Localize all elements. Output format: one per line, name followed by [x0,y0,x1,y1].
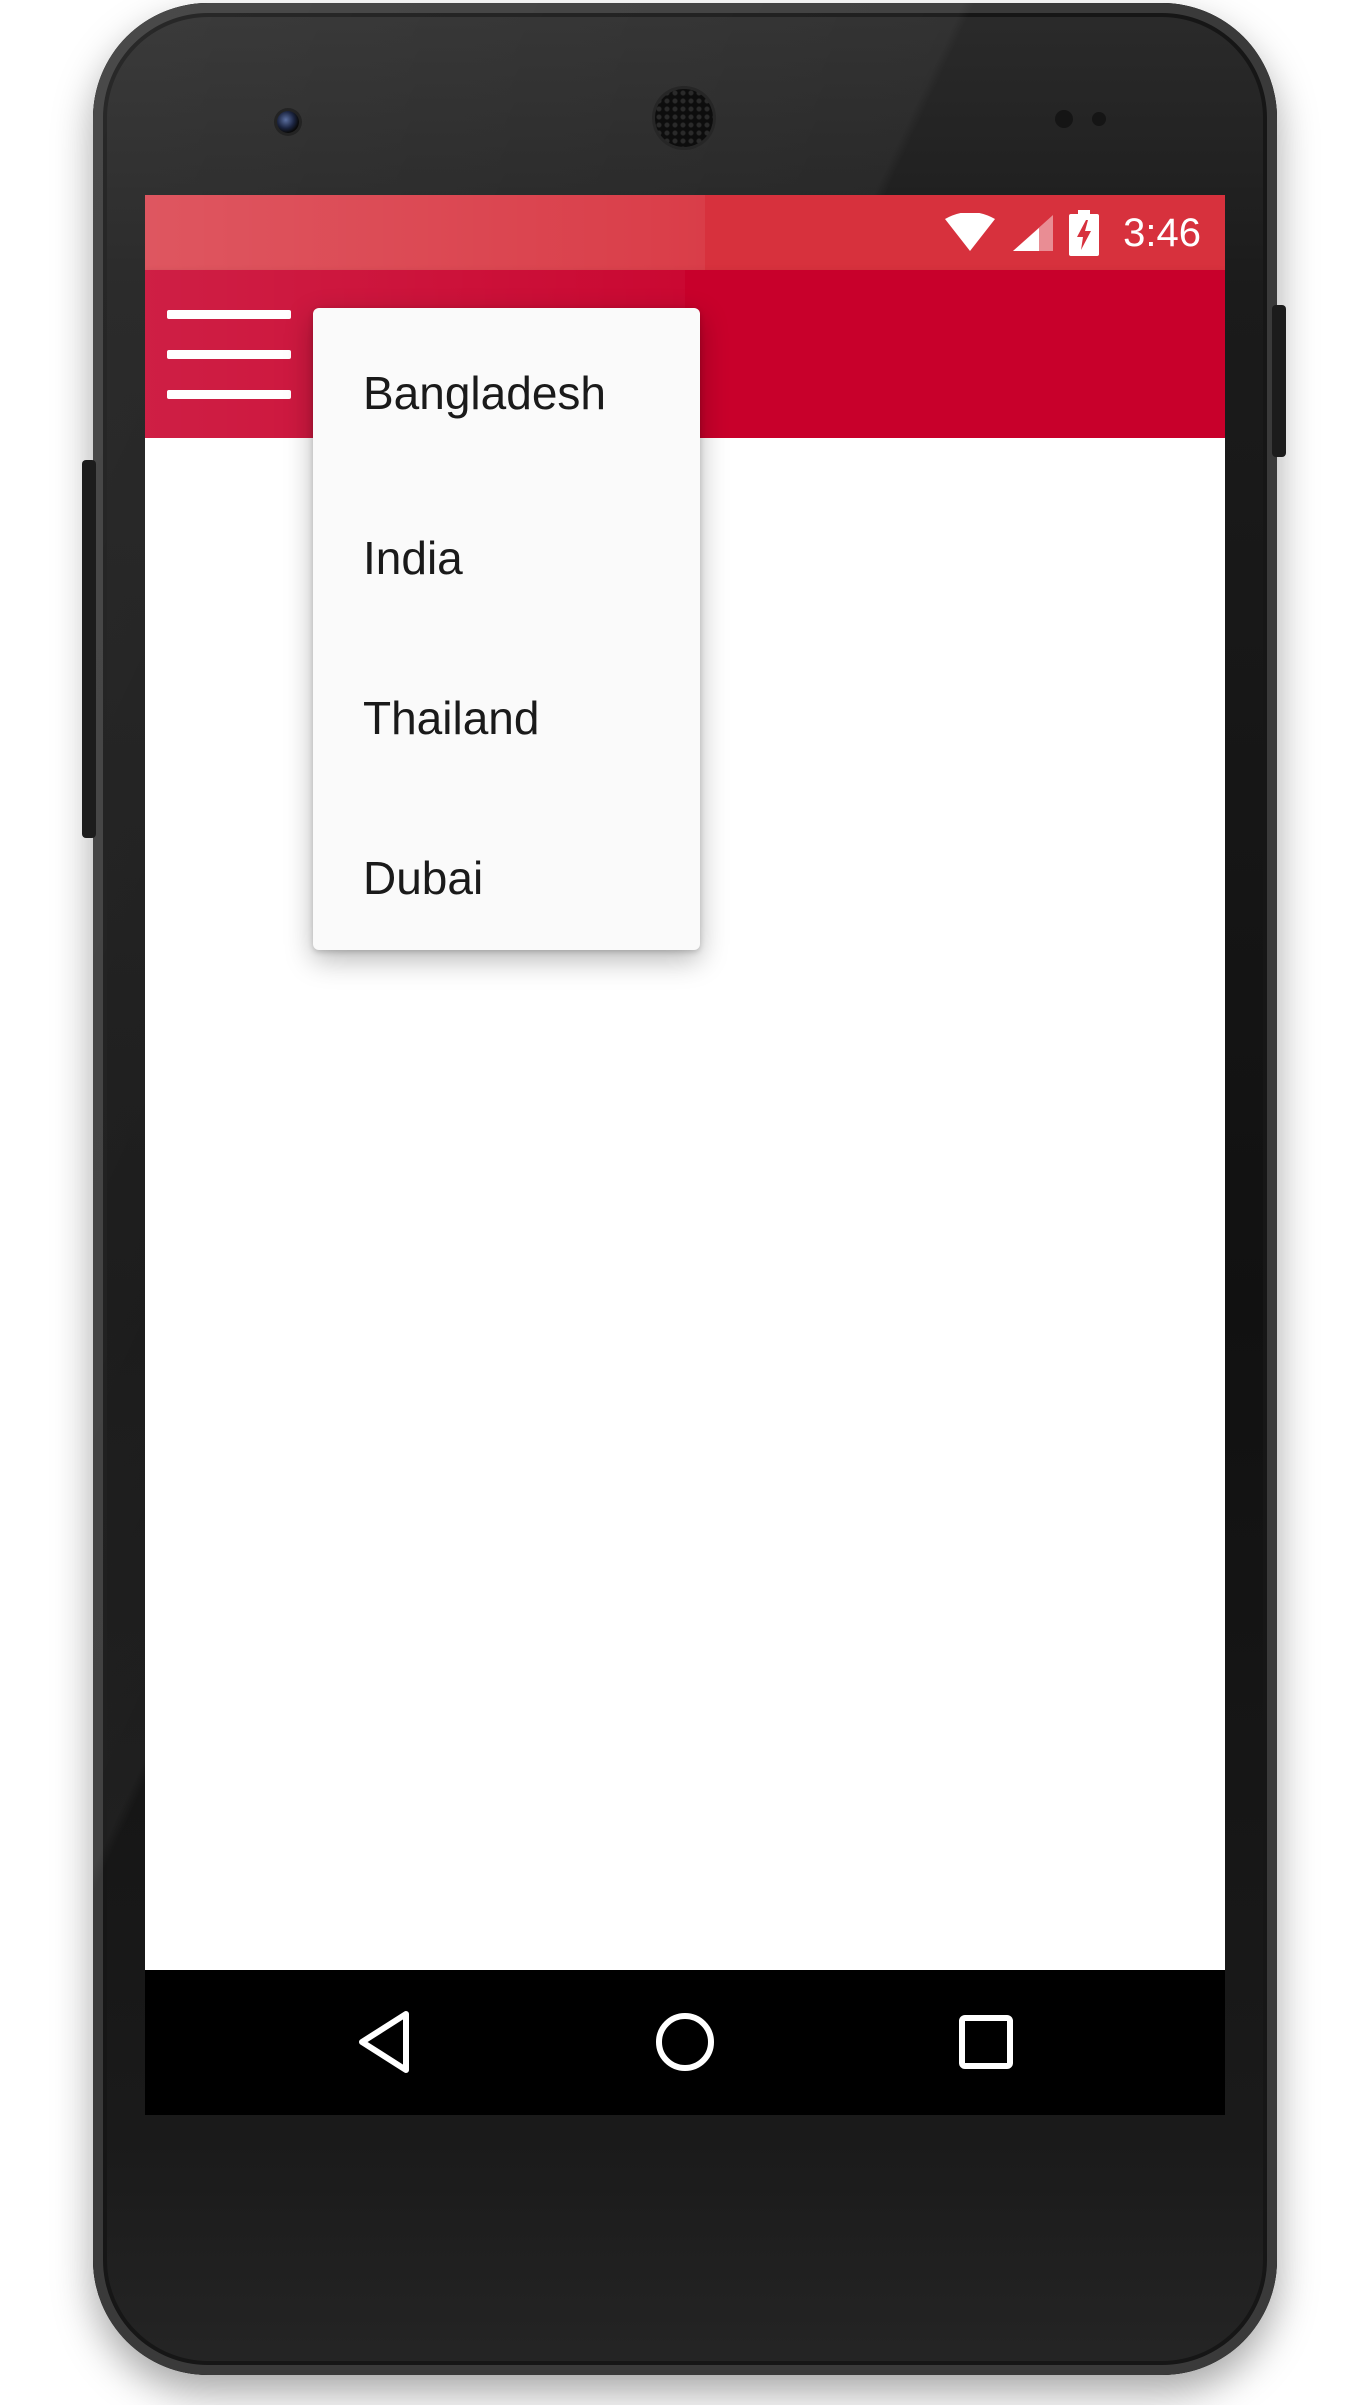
power-button [1272,305,1286,457]
menu-bar-top [167,310,291,319]
back-icon[interactable] [350,2006,422,2078]
menu-item-india[interactable]: India [313,478,700,638]
speaker-grille-icon [655,89,713,147]
light-sensor-icon [1092,112,1106,126]
proximity-sensor-icon [1055,110,1073,128]
navigation-bar [145,1970,1225,2115]
status-bar-gloss [145,195,705,270]
device-mockup: 3:46 Bangladesh India Thailand Dubai [0,0,1370,2405]
app-screen: 3:46 Bangladesh India Thailand Dubai [145,195,1225,2115]
status-icons: 3:46 [943,195,1201,270]
wifi-icon [945,212,996,251]
menu-item-bangladesh[interactable]: Bangladesh [313,308,700,478]
status-time: 3:46 [1123,210,1201,255]
hamburger-menu-icon[interactable] [167,310,291,400]
status-bar: 3:46 [145,195,1225,270]
country-dropdown-menu: Bangladesh India Thailand Dubai [313,308,700,950]
recents-icon[interactable] [950,2006,1022,2078]
home-icon[interactable] [649,2006,721,2078]
menu-bar-middle [167,350,291,359]
menu-bar-bottom [167,390,291,399]
menu-item-thailand[interactable]: Thailand [313,638,700,798]
cell-signal-icon [1013,214,1054,251]
menu-item-dubai[interactable]: Dubai [313,798,700,950]
volume-button [82,460,96,838]
battery-charging-icon [1069,209,1100,256]
front-camera-icon [277,111,299,133]
